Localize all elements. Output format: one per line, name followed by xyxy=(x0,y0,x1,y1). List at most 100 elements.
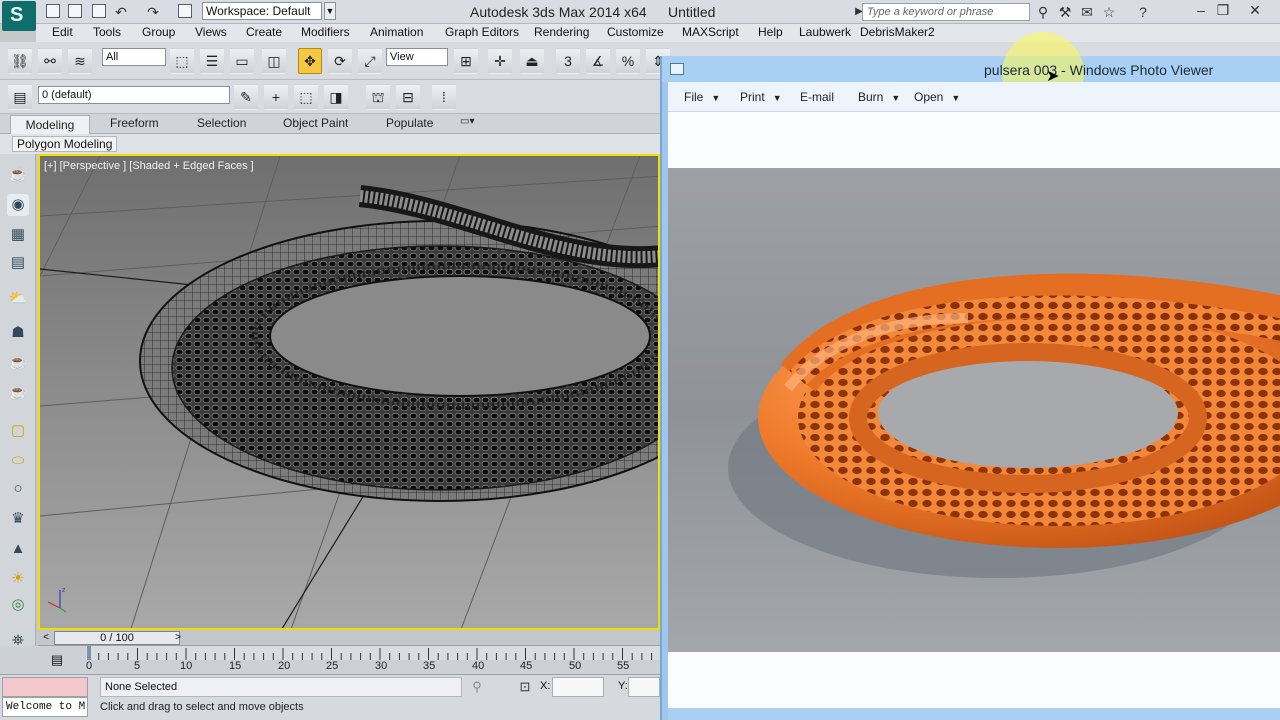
time-slider-thumb[interactable]: 0 / 100 xyxy=(54,631,180,645)
pv-menu-burn[interactable]: Burn ▼ xyxy=(858,90,900,104)
app-logo[interactable]: S xyxy=(2,1,36,31)
pv-menu-print[interactable]: Print ▼ xyxy=(740,90,782,104)
link-icon[interactable]: ⛓ xyxy=(8,48,32,74)
layer-manager-icon[interactable]: ▤ xyxy=(8,84,32,110)
new-file-icon[interactable] xyxy=(46,4,60,18)
menu-modifiers[interactable]: Modifiers xyxy=(301,25,350,39)
render-production-icon[interactable]: ☕ xyxy=(7,352,29,374)
window-crossing-icon[interactable]: ◫ xyxy=(262,48,286,74)
array-icon[interactable]: ⁞ xyxy=(432,84,456,110)
menu-graph-editors[interactable]: Graph Editors xyxy=(445,25,519,39)
previous-frame-arrow[interactable]: < xyxy=(40,631,52,645)
maxscript-listener[interactable] xyxy=(2,677,88,697)
menu-debrismaker2[interactable]: DebrisMaker2 xyxy=(860,25,935,39)
menu-animation[interactable]: Animation xyxy=(370,25,423,39)
tools-icon[interactable]: ⚒ xyxy=(1056,3,1074,21)
selection-lock-icon[interactable]: ⚲ xyxy=(468,678,486,696)
communication-icon[interactable]: ✉ xyxy=(1078,3,1096,21)
scale-icon[interactable]: ⤢ xyxy=(358,48,382,74)
rectangular-region-icon[interactable]: ▭ xyxy=(230,48,254,74)
track-bar[interactable]: ▤ 0 5 10 15 20 25 30 35 40 45 50 55 xyxy=(0,646,660,674)
menu-tools[interactable]: Tools xyxy=(93,25,121,39)
pv-menu-open[interactable]: Open ▼ xyxy=(914,90,960,104)
x-coordinate-field[interactable] xyxy=(552,677,604,697)
render-active-icon[interactable]: ☕ xyxy=(7,382,29,404)
menu-customize[interactable]: Customize xyxy=(607,25,664,39)
target-icon[interactable]: ◎ xyxy=(7,594,29,616)
align-icon[interactable]: ⊟ xyxy=(396,84,420,110)
reference-coordinate-select[interactable]: View xyxy=(386,48,448,66)
select-object-icon[interactable]: ⬚ xyxy=(170,48,194,74)
material-editor-icon[interactable]: ◉ xyxy=(7,194,29,216)
render-frame-icon[interactable]: ▤ xyxy=(7,252,29,274)
open-folder-icon[interactable] xyxy=(68,4,82,18)
cylinder-primitive-icon[interactable]: ○ xyxy=(7,478,29,500)
menu-create[interactable]: Create xyxy=(246,25,282,39)
chevron-down-icon[interactable]: ▼ xyxy=(324,2,336,20)
mirror-icon[interactable]: ⛫ xyxy=(366,84,390,110)
teapot-icon[interactable]: ☕ xyxy=(7,164,29,186)
render-setup-icon[interactable]: ▦ xyxy=(7,224,29,246)
rotate-icon[interactable]: ⟳ xyxy=(328,48,352,74)
box-primitive-icon[interactable]: ▢ xyxy=(7,420,29,442)
menu-laubwerk[interactable]: Laubwerk xyxy=(799,25,851,39)
maxscript-input[interactable]: Welcome to M xyxy=(2,697,88,717)
project-folder-icon[interactable] xyxy=(178,4,192,18)
viewport-label[interactable]: [+] [Perspective ] [Shaded + Edged Faces… xyxy=(44,160,254,172)
menu-rendering[interactable]: Rendering xyxy=(534,25,589,39)
pv-menu-file[interactable]: File ▼ xyxy=(684,90,720,104)
save-icon[interactable] xyxy=(92,4,106,18)
tab-freeform[interactable]: Freeform xyxy=(110,116,159,130)
rendered-image[interactable] xyxy=(668,168,1280,652)
snaps-toggle-icon[interactable]: 3 xyxy=(556,48,580,74)
absolute-mode-icon[interactable]: ⊡ xyxy=(516,678,534,696)
tab-selection[interactable]: Selection xyxy=(197,116,246,130)
select-in-layer-icon[interactable]: ⬚ xyxy=(294,84,318,110)
close-button[interactable]: ✕ xyxy=(1240,0,1270,20)
menu-edit[interactable]: Edit xyxy=(52,25,73,39)
manipulate-icon[interactable]: ✛ xyxy=(488,48,512,74)
favorites-star-icon[interactable]: ☆ xyxy=(1100,3,1118,21)
add-to-layer-icon[interactable]: + xyxy=(264,84,288,110)
ribbon-options-icon[interactable]: ▭▾ xyxy=(460,116,474,127)
new-layer-icon[interactable]: ✎ xyxy=(234,84,258,110)
selection-filter-select[interactable]: All xyxy=(102,48,166,66)
select-move-icon[interactable]: ✥ xyxy=(298,48,322,74)
curve-editor-icon[interactable]: ▤ xyxy=(48,652,66,668)
select-by-name-icon[interactable]: ☰ xyxy=(200,48,224,74)
workspace-select[interactable]: Workspace: Default xyxy=(202,2,322,20)
keyboard-shortcut-icon[interactable]: ⏏ xyxy=(520,48,544,74)
percent-snap-icon[interactable]: % xyxy=(616,48,640,74)
menu-maxscript[interactable]: MAXScript xyxy=(682,25,739,39)
environment-icon[interactable]: ⛅ xyxy=(7,288,29,310)
perspective-viewport[interactable]: [+] [Perspective ] [Shaded + Edged Faces… xyxy=(38,154,660,630)
unlink-icon[interactable]: ⚯ xyxy=(38,48,62,74)
layer-select[interactable]: 0 (default) xyxy=(38,86,230,104)
tab-object-paint[interactable]: Object Paint xyxy=(283,116,348,130)
help-icon[interactable]: ? xyxy=(1134,3,1152,21)
binoculars-icon[interactable]: ⚲ xyxy=(1034,3,1052,21)
polygon-modeling-label[interactable]: Polygon Modeling xyxy=(12,136,118,152)
sun-light-icon[interactable]: ☀ xyxy=(7,568,29,590)
next-frame-arrow[interactable]: > xyxy=(172,631,184,645)
render-icon[interactable]: ☗ xyxy=(7,322,29,344)
bind-spacewarp-icon[interactable]: ≋ xyxy=(68,48,92,74)
menu-views[interactable]: Views xyxy=(195,25,227,39)
undo-icon[interactable]: ↶ xyxy=(112,3,130,21)
y-coordinate-field[interactable] xyxy=(628,677,660,697)
angle-snap-icon[interactable]: ∡ xyxy=(586,48,610,74)
pivot-center-icon[interactable]: ⊞ xyxy=(454,48,478,74)
menu-group[interactable]: Group xyxy=(142,25,175,39)
maximize-button[interactable]: ❐ xyxy=(1208,0,1238,20)
sphere-primitive-icon[interactable]: ⬭ xyxy=(7,450,29,472)
crown-icon[interactable]: ♛ xyxy=(7,508,29,530)
menu-help[interactable]: Help xyxy=(758,25,783,39)
set-current-layer-icon[interactable]: ◨ xyxy=(324,84,348,110)
tab-populate[interactable]: Populate xyxy=(386,116,433,130)
tab-modeling[interactable]: Modeling xyxy=(10,115,90,134)
pv-menu-email[interactable]: E-mail xyxy=(800,90,834,104)
redo-icon[interactable]: ↷ xyxy=(144,3,162,21)
photo-viewer-titlebar[interactable]: pulsera 003 - Windows Photo Viewer ➤ xyxy=(662,32,1280,114)
search-input[interactable]: Type a keyword or phrase xyxy=(862,3,1030,21)
cone-primitive-icon[interactable]: ▲ xyxy=(7,538,29,560)
